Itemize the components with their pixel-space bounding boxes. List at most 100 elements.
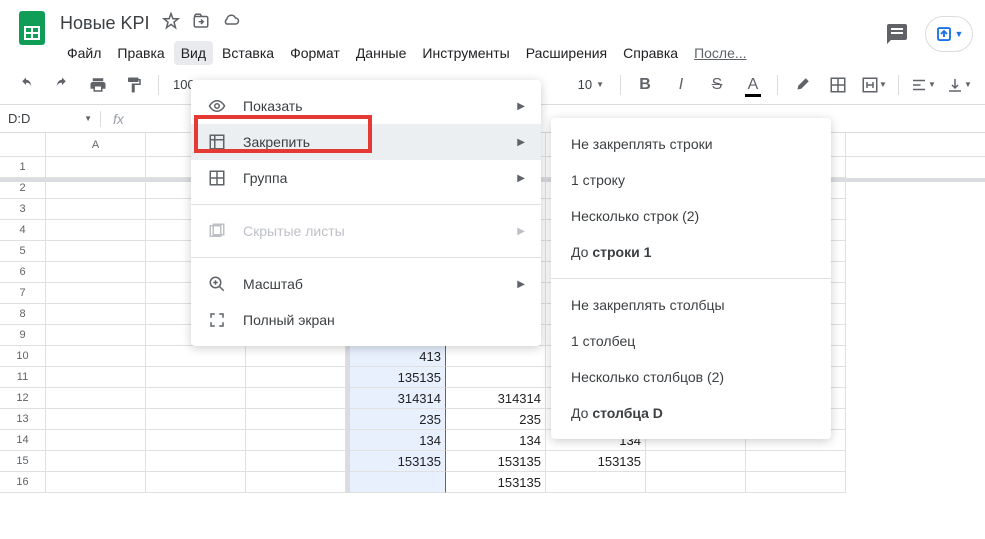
menu-insert[interactable]: Вставка: [215, 41, 281, 65]
cell[interactable]: 235: [446, 409, 546, 430]
menu-data[interactable]: Данные: [349, 41, 414, 65]
cell[interactable]: 153135: [346, 451, 446, 472]
row-header[interactable]: 10: [0, 346, 46, 367]
cell[interactable]: [46, 325, 146, 346]
cell[interactable]: [46, 262, 146, 283]
menu-extensions[interactable]: Расширения: [519, 41, 614, 65]
cell[interactable]: [246, 472, 346, 493]
cell[interactable]: [46, 367, 146, 388]
cell[interactable]: 314314: [346, 388, 446, 409]
redo-icon[interactable]: [48, 71, 76, 99]
share-button[interactable]: ▼: [925, 16, 973, 52]
menu-tools[interactable]: Инструменты: [415, 41, 516, 65]
align-h-icon[interactable]: ▼: [909, 71, 937, 99]
cell[interactable]: [46, 241, 146, 262]
cell[interactable]: 135135: [346, 367, 446, 388]
cell[interactable]: [46, 388, 146, 409]
cell[interactable]: [46, 409, 146, 430]
cell[interactable]: [746, 451, 846, 472]
row-header[interactable]: 14: [0, 430, 46, 451]
row-header[interactable]: 4: [0, 220, 46, 241]
cell[interactable]: [246, 430, 346, 451]
align-v-icon[interactable]: ▼: [945, 71, 973, 99]
cell[interactable]: [746, 472, 846, 493]
cell[interactable]: [146, 430, 246, 451]
row-header[interactable]: 3: [0, 199, 46, 220]
italic-icon[interactable]: I: [667, 71, 695, 99]
text-color-icon[interactable]: A: [739, 71, 767, 99]
view-freeze[interactable]: Закрепить ▶: [191, 124, 541, 160]
row-header[interactable]: 1: [0, 157, 46, 178]
font-size-select[interactable]: 10▼: [572, 77, 610, 92]
menu-view[interactable]: Вид: [174, 41, 213, 65]
cell[interactable]: [146, 346, 246, 367]
menu-last-edit[interactable]: После...: [687, 41, 753, 65]
cell[interactable]: 134: [446, 430, 546, 451]
view-zoom[interactable]: Масштаб ▶: [191, 266, 541, 302]
cell[interactable]: [246, 346, 346, 367]
name-box[interactable]: D:D▼: [0, 111, 100, 126]
cell[interactable]: [646, 451, 746, 472]
cell[interactable]: 235: [346, 409, 446, 430]
merge-icon[interactable]: ▼: [860, 71, 888, 99]
cell[interactable]: [146, 388, 246, 409]
cell[interactable]: [46, 157, 146, 178]
cell[interactable]: [46, 199, 146, 220]
cell[interactable]: 153135: [446, 451, 546, 472]
bold-icon[interactable]: B: [631, 71, 659, 99]
row-header[interactable]: 5: [0, 241, 46, 262]
cell[interactable]: [546, 472, 646, 493]
cell[interactable]: [46, 472, 146, 493]
cell[interactable]: [246, 451, 346, 472]
cell[interactable]: 314314: [446, 388, 546, 409]
cell[interactable]: [146, 472, 246, 493]
cell[interactable]: [46, 346, 146, 367]
cell[interactable]: [46, 220, 146, 241]
cell[interactable]: 153135: [446, 472, 546, 493]
cell[interactable]: [346, 472, 446, 493]
col-header-A[interactable]: A: [46, 133, 146, 156]
freeze-no-cols[interactable]: Не закреплять столбцы: [551, 287, 831, 323]
cell[interactable]: [446, 346, 546, 367]
freeze-several-rows[interactable]: Несколько строк (2): [551, 198, 831, 234]
cell[interactable]: [146, 367, 246, 388]
row-header[interactable]: 12: [0, 388, 46, 409]
row-header[interactable]: 15: [0, 451, 46, 472]
menu-edit[interactable]: Правка: [110, 41, 171, 65]
cell[interactable]: 413: [346, 346, 446, 367]
cell[interactable]: [646, 472, 746, 493]
row-header[interactable]: 7: [0, 283, 46, 304]
menu-format[interactable]: Формат: [283, 41, 347, 65]
freeze-up-to-col[interactable]: До столбца D: [551, 395, 831, 431]
row-header[interactable]: 8: [0, 304, 46, 325]
select-all-corner[interactable]: [0, 133, 46, 156]
menu-file[interactable]: Файл: [60, 41, 108, 65]
cell[interactable]: [46, 304, 146, 325]
menu-help[interactable]: Справка: [616, 41, 685, 65]
strikethrough-icon[interactable]: S: [703, 71, 731, 99]
row-header[interactable]: 6: [0, 262, 46, 283]
view-show[interactable]: Показать ▶: [191, 88, 541, 124]
borders-icon[interactable]: [824, 71, 852, 99]
row-header[interactable]: 16: [0, 472, 46, 493]
move-icon[interactable]: [192, 12, 210, 35]
row-header[interactable]: 11: [0, 367, 46, 388]
paint-format-icon[interactable]: [120, 71, 148, 99]
cell[interactable]: [146, 409, 246, 430]
star-icon[interactable]: [162, 12, 180, 35]
comments-icon[interactable]: [885, 22, 909, 46]
cell[interactable]: 134: [346, 430, 446, 451]
view-group[interactable]: Группа ▶: [191, 160, 541, 196]
undo-icon[interactable]: [12, 71, 40, 99]
cell[interactable]: [246, 409, 346, 430]
cell[interactable]: [46, 430, 146, 451]
cell[interactable]: [146, 451, 246, 472]
freeze-several-cols[interactable]: Несколько столбцов (2): [551, 359, 831, 395]
freeze-up-to-row[interactable]: До строки 1: [551, 234, 831, 270]
row-header[interactable]: 9: [0, 325, 46, 346]
freeze-one-row[interactable]: 1 строку: [551, 162, 831, 198]
row-header[interactable]: 13: [0, 409, 46, 430]
view-fullscreen[interactable]: Полный экран: [191, 302, 541, 338]
cell[interactable]: [446, 367, 546, 388]
cell[interactable]: [246, 388, 346, 409]
